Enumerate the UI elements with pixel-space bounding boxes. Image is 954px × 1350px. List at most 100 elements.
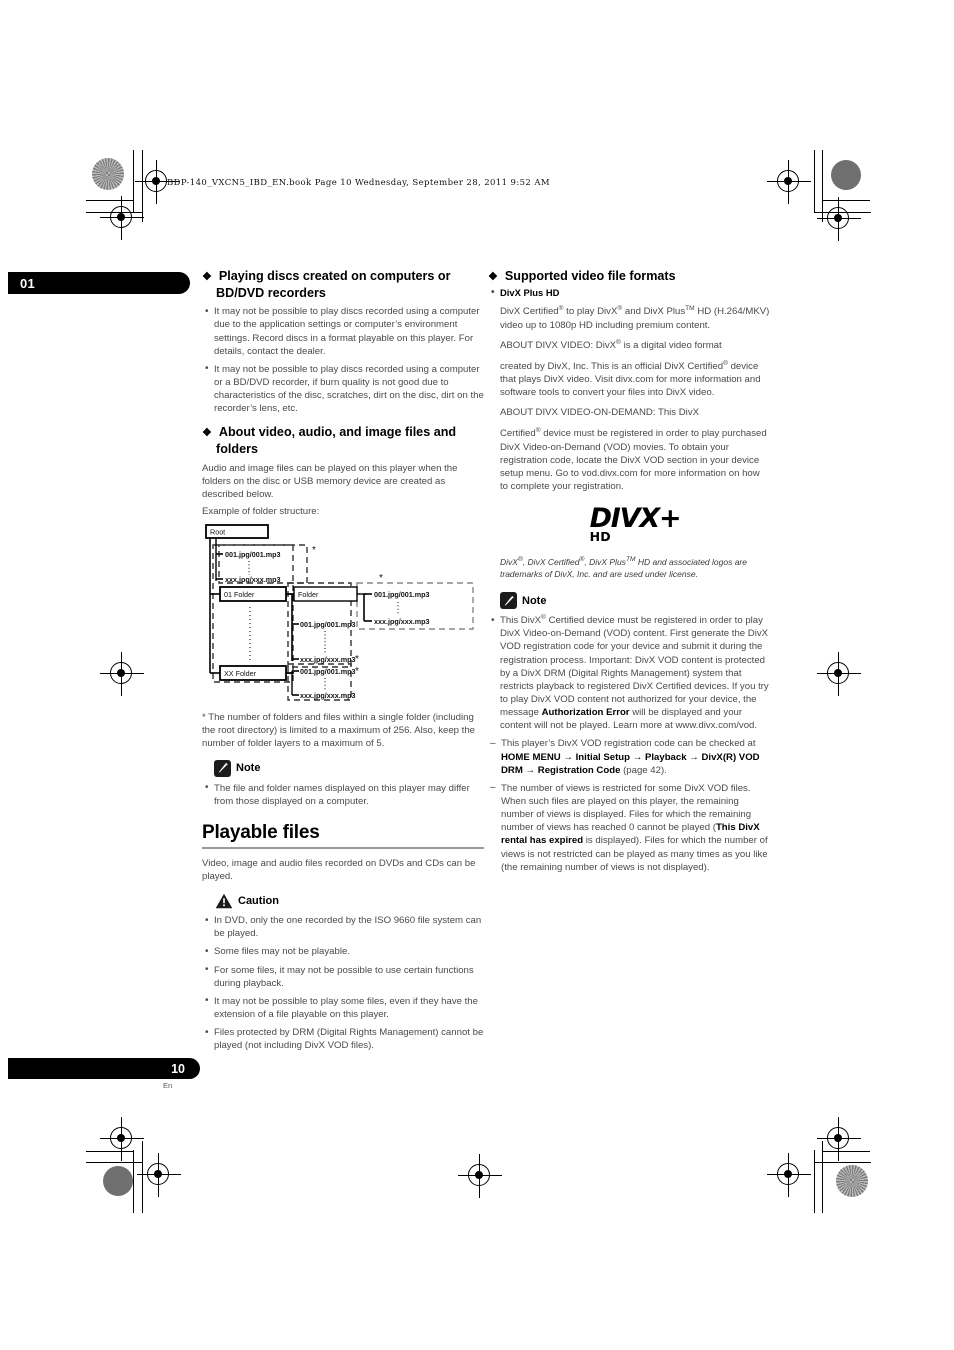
svg-text:xxx.jpg/xxx.mp3: xxx.jpg/xxx.mp3 <box>300 655 356 664</box>
title-divider <box>202 846 484 849</box>
left-column: ❖ Playing discs created on computers or … <box>202 268 484 1059</box>
list-item: It may not be possible to play discs rec… <box>202 305 484 358</box>
text-run: Certified device must be registered in o… <box>500 615 769 719</box>
note-badge-row-right: Note <box>500 592 770 610</box>
svg-text:*: * <box>312 545 316 556</box>
svg-text:xxx.jpg/xxx.mp3: xxx.jpg/xxx.mp3 <box>300 691 356 700</box>
list-item: Some files may not be playable. <box>202 945 484 959</box>
crop-line <box>822 1151 870 1152</box>
crop-line <box>142 1141 143 1213</box>
text-run: device must be registered in order to pl… <box>500 428 767 493</box>
text-run: and DivX Plus <box>622 306 686 318</box>
divx-plus-hd-logo: DIVX+ HD <box>500 505 770 546</box>
svg-text:*: * <box>355 666 359 677</box>
about-files-intro: Audio and image files can be played on t… <box>202 462 458 500</box>
crop-line <box>86 1151 134 1152</box>
note-badge-row-left: Note <box>214 759 484 777</box>
text-run: (page 42). <box>620 764 667 776</box>
svg-text:Folder: Folder <box>298 590 319 599</box>
list-item: It may not be possible to play discs rec… <box>202 362 484 416</box>
crop-line <box>814 1150 815 1213</box>
list-item: DivX Plus HD <box>488 286 770 300</box>
divx-paragraph-2: ABOUT DIVX VIDEO: DivX® is a digital vid… <box>500 339 770 352</box>
page-language-label: En <box>163 1081 173 1090</box>
registration-mark <box>100 196 144 240</box>
page-number-tab: 10 <box>8 1058 200 1079</box>
svg-text:001.jpg/001.mp3: 001.jpg/001.mp3 <box>374 590 430 599</box>
note-label: Note <box>522 594 547 607</box>
divx-paragraph-4: ABOUT DIVX VIDEO-ON-DEMAND: This DivX <box>500 406 770 419</box>
density-patch-bottom-left <box>103 1166 133 1196</box>
diamond-bullet-icon: ❖ <box>488 271 498 283</box>
svg-text:01 Folder: 01 Folder <box>224 590 255 599</box>
text-run: DivX <box>500 557 518 567</box>
emphasis-authorization-error: Authorization Error <box>541 707 630 719</box>
registration-mark <box>767 1153 811 1197</box>
diamond-bullet-icon: ❖ <box>202 271 212 283</box>
svg-text:XX Folder: XX Folder <box>224 669 257 678</box>
section-heading-about-files: ❖ About video, audio, and image files an… <box>202 425 457 456</box>
list-item: This player’s DivX VOD registration code… <box>488 737 770 776</box>
crop-line <box>86 200 134 201</box>
example-folder-label: Example of folder structure: <box>202 505 320 517</box>
divx-logo-plus: + <box>658 503 682 535</box>
crop-line <box>814 1162 871 1163</box>
text-run: , DivX Plus <box>584 557 626 567</box>
list-item: The number of views is restricted for so… <box>488 781 770 874</box>
arrow-icon: → <box>563 751 573 763</box>
diagram-footnote: * The number of folders and files within… <box>202 712 476 750</box>
print-slug: BDP-140_VXCN5_IBD_EN.book Page 10 Wednes… <box>167 178 550 188</box>
registration-mark <box>817 652 861 696</box>
caution-bullet-list: In DVD, only the one recorded by the ISO… <box>202 914 484 1052</box>
caution-label: Caution <box>238 894 279 907</box>
crop-line <box>86 1162 143 1163</box>
divx-paragraph-3: created by DivX, Inc. This is an officia… <box>500 360 770 399</box>
svg-text:Root: Root <box>210 528 225 537</box>
divx-paragraph-1: DivX Certified® to play DivX® and DivX P… <box>500 305 770 331</box>
list-item: It may not be possible to play some file… <box>202 994 484 1021</box>
divx-note-list: This DivX® Certified device must be regi… <box>488 614 770 874</box>
chapter-number-tab: 01 <box>8 272 190 294</box>
crop-line <box>133 150 134 213</box>
crop-line <box>133 1150 134 1213</box>
trademark-mark: TM <box>685 305 695 313</box>
density-patch-top-left <box>92 158 124 190</box>
registration-mark <box>135 160 179 204</box>
svg-text:*: * <box>355 654 359 665</box>
divx-trademark-notice: DivX®, DivX Certified®, DivX PlusTM HD a… <box>500 556 770 580</box>
crop-line <box>822 200 870 201</box>
section-heading-supported-formats: ❖ Supported video file formats <box>488 269 676 283</box>
right-column: ❖ Supported video file formats DivX Plus… <box>488 268 770 881</box>
text-run: This player’s DivX VOD registration code… <box>501 738 756 750</box>
section-heading-playing-discs: ❖ Playing discs created on computers or … <box>202 269 451 300</box>
svg-text:xxx.jpg/xxx.mp3: xxx.jpg/xxx.mp3 <box>225 575 281 584</box>
svg-text:*: * <box>379 573 383 584</box>
text-run: created by DivX, Inc. This is an officia… <box>500 360 724 372</box>
list-item: The file and folder names displayed on t… <box>202 781 484 808</box>
list-item: For some files, it may not be possible t… <box>202 963 484 990</box>
note-label: Note <box>236 762 261 775</box>
note-pencil-icon <box>214 759 231 777</box>
text-run: DivX Certified <box>500 306 559 318</box>
text-run: , DivX Certified <box>522 557 580 567</box>
arrow-icon: → <box>525 764 536 776</box>
svg-text:001.jpg/001.mp3: 001.jpg/001.mp3 <box>300 667 356 676</box>
arrow-icon: → <box>689 751 699 763</box>
registration-mark <box>100 1117 144 1161</box>
note-pencil-icon <box>500 592 517 610</box>
text-run: The number of views is restricted for so… <box>501 782 752 834</box>
density-patch-bottom-right <box>836 1165 868 1197</box>
divx-plus-hd-subheading-list: DivX Plus HD <box>488 286 770 300</box>
divx-paragraph-5: Certified® device must be registered in … <box>500 427 770 493</box>
list-item: Files protected by DRM (Digital Rights M… <box>202 1026 484 1052</box>
caution-badge-row: Caution <box>214 892 484 909</box>
svg-text:001.jpg/001.mp3: 001.jpg/001.mp3 <box>300 620 356 629</box>
list-item: This DivX® Certified device must be regi… <box>488 614 770 732</box>
divx-description-block: DivX Certified® to play DivX® and DivX P… <box>488 305 770 580</box>
svg-text:001.jpg/001.mp3: 001.jpg/001.mp3 <box>225 550 281 559</box>
registration-mark <box>767 160 811 204</box>
text-run: to play DivX <box>563 306 618 318</box>
text-run: Certified <box>500 428 536 440</box>
registration-mark <box>137 1153 181 1197</box>
caution-triangle-icon <box>214 892 233 909</box>
